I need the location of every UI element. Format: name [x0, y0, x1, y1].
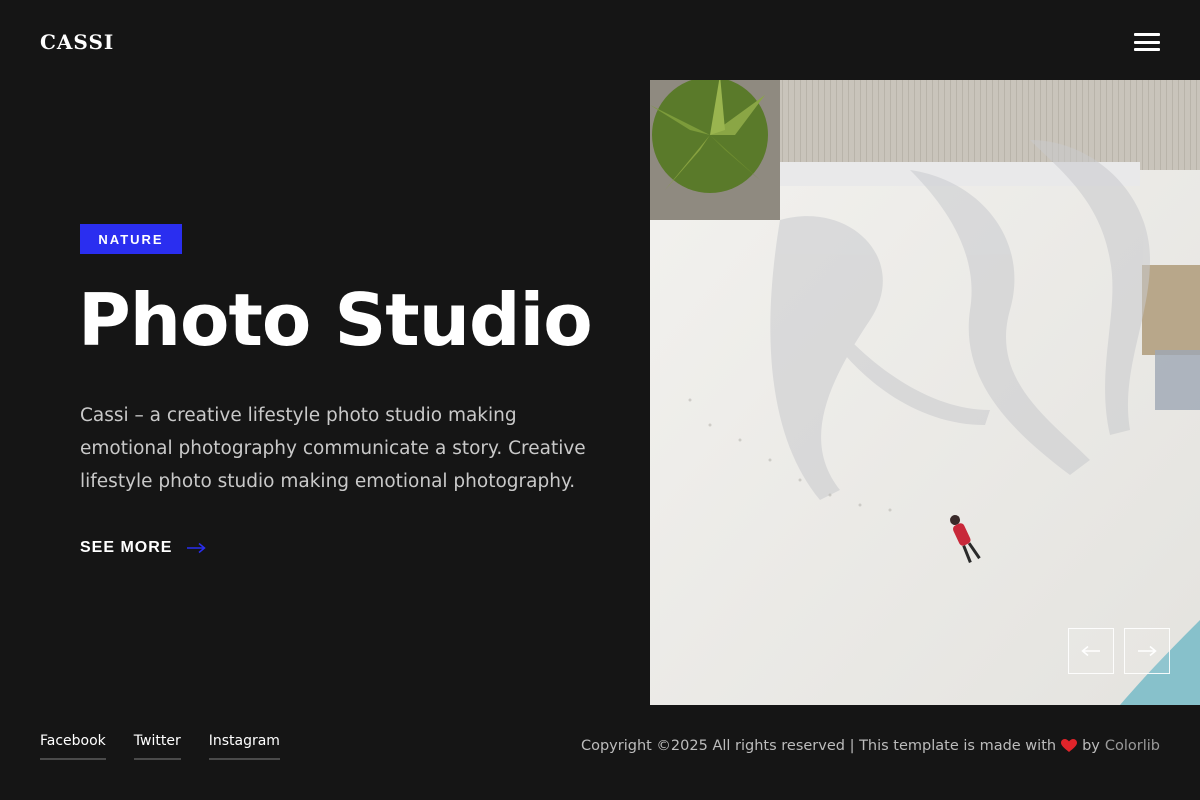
social-links: Facebook Twitter Instagram	[40, 733, 280, 760]
arrow-right-icon	[187, 542, 207, 554]
logo[interactable]: CASSI	[40, 30, 114, 54]
hamburger-menu-icon[interactable]	[1130, 30, 1164, 54]
category-badge: NATURE	[80, 224, 182, 254]
hero-photo	[650, 80, 1200, 705]
hero-description: Cassi – a creative lifestyle photo studi…	[80, 405, 586, 492]
by-text: by	[1082, 738, 1100, 754]
heart-icon	[1061, 739, 1078, 752]
copyright: Copyright ©2025 All rights reserved | Th…	[581, 738, 1160, 754]
page-title: Photo Studio	[78, 278, 593, 362]
facebook-link[interactable]: Facebook	[40, 733, 106, 760]
see-more-label: SEE MORE	[80, 539, 173, 556]
see-more-link[interactable]: SEE MORE	[80, 536, 207, 560]
copyright-text: Copyright ©2025 All rights reserved | Th…	[580, 738, 1057, 754]
slider-prev-button[interactable]	[1068, 628, 1114, 674]
instagram-link[interactable]: Instagram	[208, 733, 280, 760]
twitter-link[interactable]: Twitter	[133, 733, 181, 760]
colorlib-link[interactable]: Colorlib	[1105, 738, 1160, 754]
slider-next-button[interactable]	[1124, 628, 1170, 674]
arrow-right-icon	[1138, 645, 1157, 657]
arrow-left-icon	[1081, 645, 1100, 657]
